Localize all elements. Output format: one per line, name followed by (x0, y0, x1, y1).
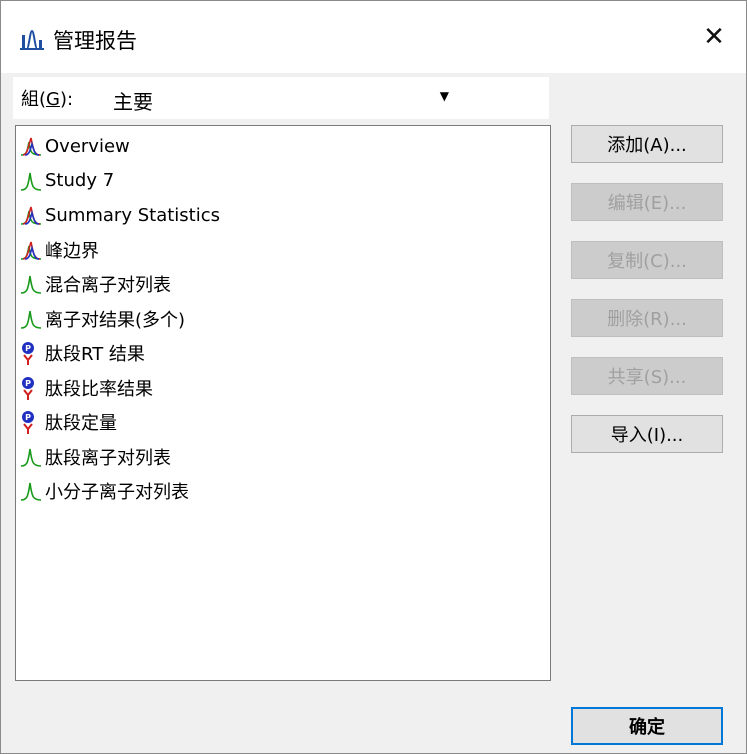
group-label: 組(G): (21, 89, 74, 110)
multi-peak-icon (20, 203, 42, 227)
svg-text:P: P (25, 379, 31, 388)
single-peak-icon (20, 169, 42, 193)
single-peak-icon (20, 479, 42, 503)
report-label: 肽段离子对列表 (45, 447, 171, 469)
group-dropdown[interactable]: 主要 ▼ (105, 79, 457, 117)
multi-peak-icon (20, 134, 42, 158)
report-label: Overview (45, 135, 130, 157)
report-label: Summary Statistics (45, 204, 220, 226)
share-button[interactable]: 共享(S)... (571, 357, 723, 395)
report-list-item[interactable]: 离子对结果(多个) (20, 303, 540, 335)
ok-button[interactable]: 确定 (571, 707, 723, 745)
report-list-item[interactable]: P 肽段比率结果 (20, 372, 540, 404)
add-button[interactable]: 添加(A)... (571, 125, 723, 163)
svg-text:P: P (25, 413, 31, 422)
report-list-item[interactable]: 小分子离子对列表 (20, 475, 540, 507)
report-label: 小分子离子对列表 (45, 482, 189, 503)
window-title: 管理报告 (53, 29, 137, 53)
peptide-icon: P (20, 376, 42, 400)
report-label: 峰边界 (45, 240, 99, 262)
report-label: 肽段RT 结果 (45, 344, 145, 365)
report-list-item[interactable]: P 肽段RT 结果 (20, 337, 540, 369)
report-list-item[interactable]: Overview (20, 130, 540, 162)
peptide-icon: P (20, 341, 42, 365)
close-button[interactable]: ✕ (682, 1, 746, 73)
single-peak-icon (20, 445, 42, 469)
copy-button[interactable]: 复制(C)... (571, 241, 723, 279)
report-list-item[interactable]: P 肽段定量 (20, 406, 540, 438)
import-button[interactable]: 导入(I)... (571, 415, 723, 453)
report-list-item[interactable]: Summary Statistics (20, 199, 540, 231)
single-peak-icon (20, 272, 42, 296)
report-label: 肽段比率结果 (45, 378, 153, 400)
delete-button[interactable]: 删除(R)... (571, 299, 723, 337)
multi-peak-icon (20, 238, 42, 262)
peptide-icon: P (20, 410, 42, 434)
group-row: 組(G): 主要 ▼ (13, 77, 549, 119)
group-selected-value: 主要 (113, 90, 153, 114)
report-label: 离子对结果(多个) (45, 309, 186, 331)
report-list-item[interactable]: 混合离子对列表 (20, 268, 540, 300)
title-bar: 管理报告 ✕ (1, 1, 746, 73)
single-peak-icon (20, 307, 42, 331)
report-list[interactable]: Overview Study 7 Summary Statistics 峰边界混合离子… (15, 125, 551, 681)
report-list-item[interactable]: Study 7 (20, 165, 540, 197)
manage-reports-dialog: 管理报告 ✕ 組(G): 主要 ▼ Overview Study 7 Summary… (0, 0, 747, 754)
peak-chart-icon (20, 29, 44, 50)
report-label: 肽段定量 (45, 413, 117, 434)
report-label: Study 7 (45, 170, 115, 191)
svg-text:P: P (25, 344, 31, 353)
edit-button[interactable]: 编辑(E)... (571, 183, 723, 221)
dropdown-arrow-icon: ▼ (439, 89, 449, 103)
report-list-item[interactable]: 肽段离子对列表 (20, 441, 540, 473)
report-label: 混合离子对列表 (45, 275, 171, 296)
report-list-item[interactable]: 峰边界 (20, 234, 540, 266)
